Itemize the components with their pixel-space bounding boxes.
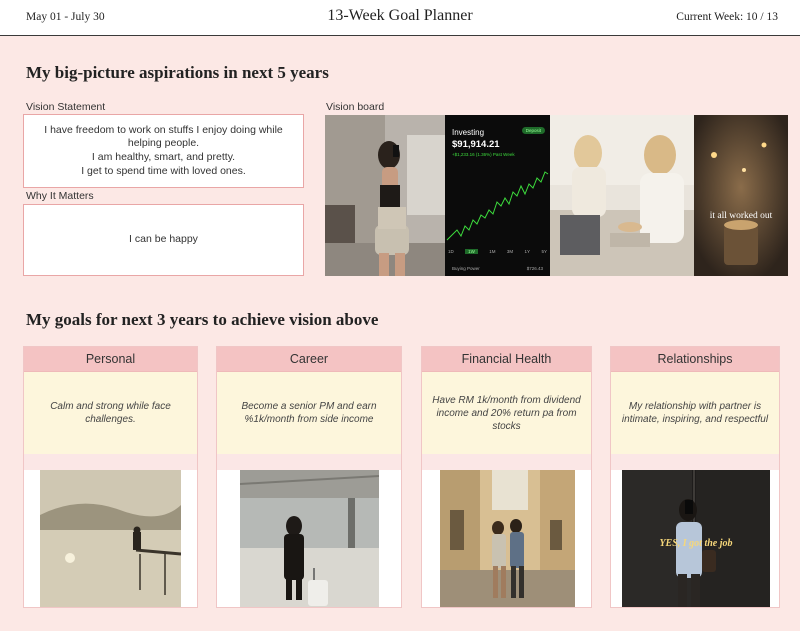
goal-photo-lake — [40, 470, 181, 607]
why-box[interactable]: I can be happy — [23, 204, 304, 276]
goal-card-relationships: Relationships My relationship with partn… — [610, 346, 780, 608]
goal-card-text[interactable]: Have RM 1k/month from dividend income an… — [422, 372, 591, 454]
why-label: Why It Matters — [26, 190, 94, 202]
range-1m[interactable]: 1M — [489, 249, 495, 254]
buying-power-value: $726.43 — [526, 266, 543, 271]
stock-line-chart — [446, 171, 549, 241]
goal-card-spacer — [24, 454, 197, 470]
goal-card-title: Personal — [24, 347, 197, 372]
range-5y[interactable]: 5Y — [541, 249, 547, 254]
goal-card-title: Relationships — [611, 347, 779, 372]
investing-change: +$1,233.16 (1.36%) Past Week — [452, 152, 515, 157]
range-1d[interactable]: 1D — [448, 249, 454, 254]
goals-heading: My goals for next 3 years to achieve vis… — [26, 310, 379, 329]
goal-card-career: Career Become a senior PM and earn %1k/m… — [216, 346, 402, 608]
goal-card-financial: Financial Health Have RM 1k/month from d… — [421, 346, 592, 608]
vision-line-1: I have freedom to work on stuffs I enjoy… — [44, 123, 283, 150]
current-week: Current Week: 10 / 13 — [676, 11, 778, 23]
top-bar: May 01 - July 30 13-Week Goal Planner Cu… — [0, 0, 800, 36]
aspirations-heading: My big-picture aspirations in next 5 yea… — [26, 63, 329, 82]
goal-card-text[interactable]: My relationship with partner is intimate… — [611, 372, 779, 454]
investing-title: Investing — [452, 128, 485, 137]
goal-card-title: Financial Health — [422, 347, 591, 372]
goal-text-personal: Calm and strong while face challenges. — [50, 401, 171, 425]
vision-statement-box[interactable]: I have freedom to work on stuffs I enjoy… — [23, 114, 304, 188]
vision-photo-candles: it all worked out — [694, 115, 788, 276]
why-text: I can be happy — [129, 233, 198, 246]
goal-photo-elevator: YES, I got the job — [622, 470, 770, 607]
goal-card-personal: Personal Calm and strong while face chal… — [23, 346, 198, 608]
goal-card-spacer — [217, 454, 401, 470]
goal-photo-airport — [240, 470, 379, 607]
goal-text-financial: Have RM 1k/month from dividend income an… — [432, 394, 581, 432]
range-1y[interactable]: 1Y — [525, 249, 531, 254]
vision-photo-selfie — [325, 115, 445, 276]
vision-statement-label: Vision Statement — [26, 101, 106, 113]
goal-text-career: Become a senior PM and earn %1k/month fr… — [241, 401, 377, 425]
range-3m[interactable]: 3M — [507, 249, 513, 254]
goal-photo-street — [440, 470, 575, 607]
candles-overlay-text: it all worked out — [709, 211, 773, 221]
vision-photo-investing: Investing Deposit $91,914.21 +$1,233.16 … — [445, 115, 550, 276]
photo-caption: YES, I got the job — [659, 538, 733, 549]
goal-card-text[interactable]: Calm and strong while face challenges. — [24, 372, 197, 454]
range-selector[interactable]: 1D 1W 1M 3M 1Y 5Y — [448, 249, 547, 254]
range-1w[interactable]: 1W — [465, 249, 478, 254]
vision-board-label: Vision board — [326, 101, 385, 113]
vision-line-3: I get to spend time with loved ones. — [81, 164, 246, 177]
goal-card-text[interactable]: Become a senior PM and earn %1k/month fr… — [217, 372, 401, 454]
buying-power-label: Buying Power — [452, 266, 480, 271]
deposit-badge: Deposit — [521, 127, 545, 134]
investing-amount: $91,914.21 — [452, 139, 500, 150]
goal-card-title: Career — [217, 347, 401, 372]
goal-text-relationships: My relationship with partner is intimate… — [621, 401, 769, 425]
vision-photo-office — [550, 115, 694, 276]
goal-card-spacer — [611, 454, 779, 470]
vision-line-2: I am healthy, smart, and pretty. — [91, 151, 236, 163]
goal-card-spacer — [422, 454, 591, 470]
